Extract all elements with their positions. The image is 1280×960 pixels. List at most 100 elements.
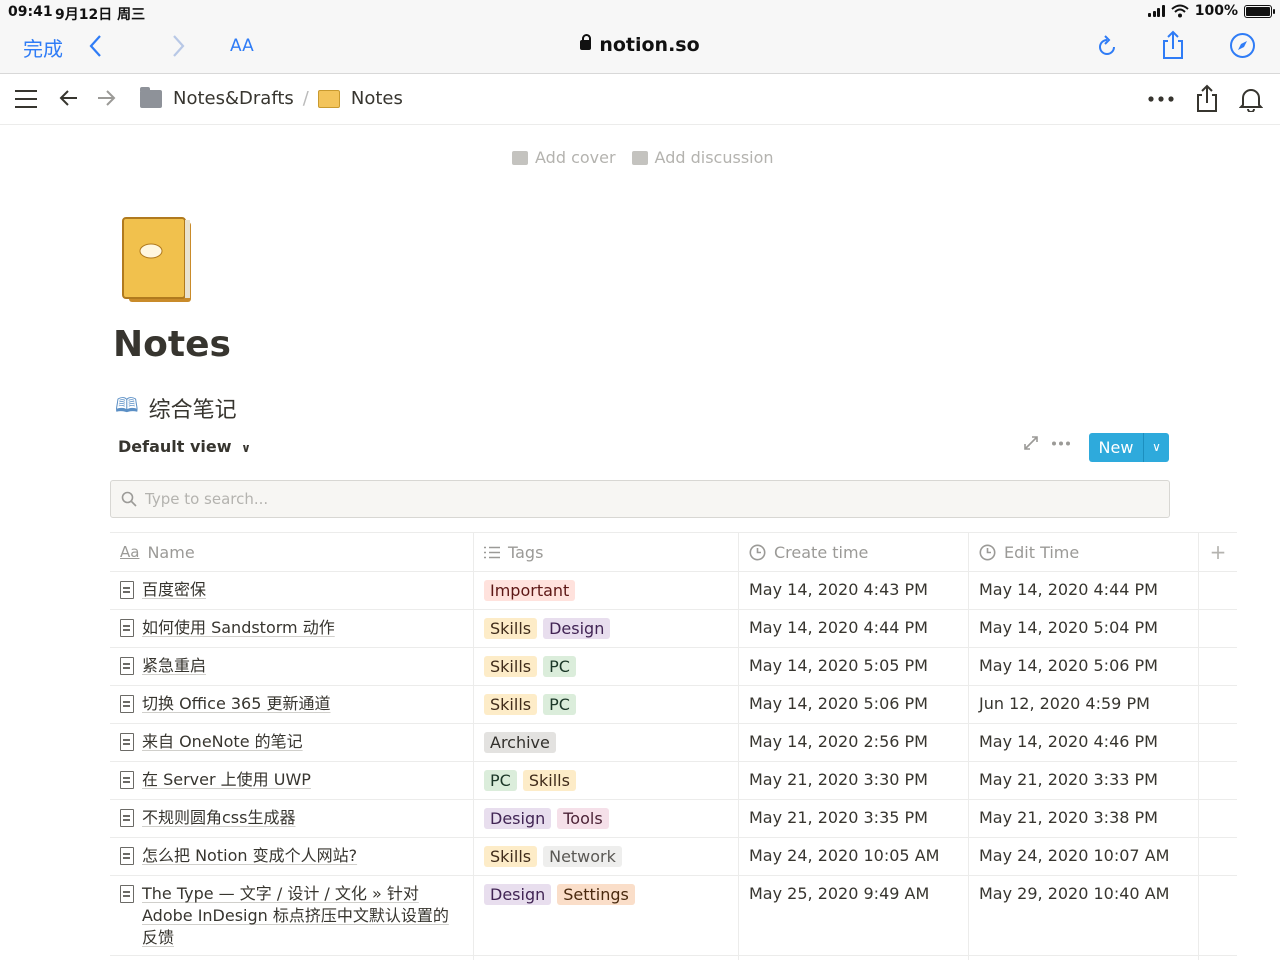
cell-name[interactable]: 紧急重启 <box>110 648 474 685</box>
tag-list: Design Settings <box>484 883 641 906</box>
new-dropdown-chevron-icon[interactable]: ∨ <box>1143 433 1169 462</box>
view-selector[interactable]: Default view ∨ <box>118 437 251 456</box>
cell-name[interactable]: Solved: Setting monitor PPI in Indesign <box>110 956 474 960</box>
row-title[interactable]: 怎么把 Notion 变成个人网站? <box>142 845 357 867</box>
back-arrow-icon[interactable] <box>59 88 79 108</box>
table-row[interactable]: Solved: Setting monitor PPI in IndesignD… <box>110 956 1237 960</box>
add-column-button[interactable]: + <box>1199 533 1237 571</box>
tag-list: Skills PC <box>484 693 582 716</box>
cell-name[interactable]: 在 Server 上使用 UWP <box>110 762 474 799</box>
tag: Design <box>484 884 552 905</box>
row-title[interactable]: 紧急重启 <box>142 655 206 677</box>
tag: Skills <box>484 618 538 639</box>
row-title[interactable]: 在 Server 上使用 UWP <box>142 769 311 791</box>
column-header-tags[interactable]: Tags <box>474 533 739 571</box>
cell-tags[interactable]: Skills Network <box>474 838 739 875</box>
cell-tags[interactable]: Skills Design <box>474 610 739 647</box>
cell-name[interactable]: 来自 OneNote 的笔记 <box>110 724 474 761</box>
row-title[interactable]: 如何使用 Sandstorm 动作 <box>142 617 335 639</box>
cell-tags[interactable]: DesignSettings <box>474 956 739 960</box>
tag: Skills <box>484 656 538 677</box>
cell-tags[interactable]: Skills PC <box>474 686 739 723</box>
share-icon[interactable] <box>1160 30 1186 60</box>
breadcrumb-notes[interactable]: Notes <box>351 88 403 109</box>
search-box <box>110 480 1170 518</box>
table-row[interactable]: 在 Server 上使用 UWP PC Skills May 21, 2020 3:3… <box>110 762 1237 800</box>
column-header-edit-time[interactable]: Edit Time <box>969 533 1199 571</box>
table-row[interactable]: 如何使用 Sandstorm 动作 Skills Design May 14, 202… <box>110 610 1237 648</box>
notion-topbar: Notes&Drafts / Notes <box>0 75 1280 125</box>
breadcrumb-notes-drafts[interactable]: Notes&Drafts <box>173 88 294 109</box>
view-more-icon[interactable] <box>1052 441 1070 446</box>
table-row[interactable]: 不规则圆角css生成器 Design Tools May 21, 2020 3:35 … <box>110 800 1237 838</box>
forward-arrow-icon[interactable] <box>96 88 116 108</box>
tag: Skills <box>484 694 538 715</box>
menu-icon[interactable] <box>15 89 37 109</box>
add-discussion-button[interactable]: Add discussion <box>631 148 774 167</box>
cell-edit-time: May 14, 2020 4:44 PM <box>969 572 1199 609</box>
cell-name[interactable]: 切换 Office 365 更新通道 <box>110 686 474 723</box>
cellular-signal-icon <box>1148 5 1165 17</box>
table-row[interactable]: 来自 OneNote 的笔记 Archive May 14, 2020 2:56 P… <box>110 724 1237 762</box>
row-title[interactable]: 切换 Office 365 更新通道 <box>142 693 331 715</box>
notification-bell-icon[interactable] <box>1239 86 1263 112</box>
tag-list: Skills Network <box>484 845 628 868</box>
status-bar: 09:41 9月12日 周三 100% <box>0 0 1280 24</box>
cell-tags[interactable]: Skills PC <box>474 648 739 685</box>
cell-name[interactable]: The Type — 文字 / 设计 / 文化 » 针对 Adobe InDes… <box>110 876 474 955</box>
cell-tags[interactable]: Design Tools <box>474 800 739 837</box>
row-title[interactable]: The Type — 文字 / 设计 / 文化 » 针对 Adobe InDes… <box>142 883 463 949</box>
database-title-text[interactable]: 综合笔记 <box>149 392 237 424</box>
table-row[interactable]: The Type — 文字 / 设计 / 文化 » 针对 Adobe InDes… <box>110 876 1237 956</box>
tag: PC <box>484 770 517 791</box>
cell-name[interactable]: 百度密保 <box>110 572 474 609</box>
open-book-icon: 🕮 <box>115 393 139 417</box>
name-wrap: The Type — 文字 / 设计 / 文化 » 针对 Adobe InDes… <box>120 883 463 949</box>
compass-icon[interactable] <box>1229 32 1256 59</box>
cell-name[interactable]: 如何使用 Sandstorm 动作 <box>110 610 474 647</box>
chevron-down-icon: ∨ <box>241 441 251 455</box>
tag-list: Design Tools <box>484 807 615 830</box>
row-title[interactable]: 来自 OneNote 的笔记 <box>142 731 303 753</box>
browser-toolbar: 完成 AA notion.so <box>0 24 1280 74</box>
new-button-label[interactable]: New <box>1089 433 1143 462</box>
cell-tags[interactable]: Important <box>474 572 739 609</box>
cell-name[interactable]: 不规则圆角css生成器 <box>110 800 474 837</box>
share-page-icon[interactable] <box>1195 84 1219 114</box>
table-row[interactable]: 百度密保 Important May 14, 2020 4:43 PM May 14,… <box>110 572 1237 610</box>
row-title[interactable]: 百度密保 <box>142 579 206 601</box>
cell-tags[interactable]: DesignSettings <box>474 876 739 955</box>
column-header-create-time[interactable]: Create time <box>739 533 969 571</box>
cell-name[interactable]: 怎么把 Notion 变成个人网站? <box>110 838 474 875</box>
cell-create-time: May 21, 2020 3:35 PM <box>739 800 969 837</box>
more-icon[interactable] <box>1148 96 1174 102</box>
cell-create-time: May 21, 2020 3:30 PM <box>739 762 969 799</box>
page-icon <box>120 733 134 751</box>
table-row[interactable]: 怎么把 Notion 变成个人网站? Skills Network May 24, 2… <box>110 838 1237 876</box>
reload-icon[interactable] <box>1096 34 1118 58</box>
row-title[interactable]: 不规则圆角css生成器 <box>142 807 295 829</box>
cell-tags[interactable]: Archive <box>474 724 739 761</box>
name-wrap: 紧急重启 <box>120 655 206 677</box>
new-button[interactable]: New ∨ <box>1089 433 1169 462</box>
name-wrap: 怎么把 Notion 变成个人网站? <box>120 845 357 867</box>
tag: Network <box>543 846 622 867</box>
cell-create-time: May 14, 2020 4:43 PM <box>739 572 969 609</box>
address-bar[interactable]: notion.so <box>0 34 1280 56</box>
notebook-page-icon[interactable] <box>121 216 193 304</box>
status-time: 09:41 <box>8 4 53 20</box>
cell-edit-time: Jun 12, 2020 4:59 PM <box>969 686 1199 723</box>
search-input[interactable] <box>145 490 1045 508</box>
column-header-name[interactable]: Aa Name <box>110 533 474 571</box>
add-cover-button[interactable]: Add cover <box>512 148 616 167</box>
table-row[interactable]: 紧急重启 Skills PC May 14, 2020 5:05 PM May 14, … <box>110 648 1237 686</box>
table-row[interactable]: 切换 Office 365 更新通道 Skills PC May 14, 2020 5… <box>110 686 1237 724</box>
cell-tags[interactable]: PC Skills <box>474 762 739 799</box>
table-body: 百度密保 Important May 14, 2020 4:43 PM May 14,… <box>110 572 1237 960</box>
view-tools <box>1024 436 1070 450</box>
column-header-edit-time-label: Edit Time <box>1004 542 1080 562</box>
expand-icon[interactable] <box>1024 436 1038 450</box>
cell-empty <box>1199 686 1237 723</box>
tag: PC <box>543 656 576 677</box>
name-wrap: 百度密保 <box>120 579 206 601</box>
